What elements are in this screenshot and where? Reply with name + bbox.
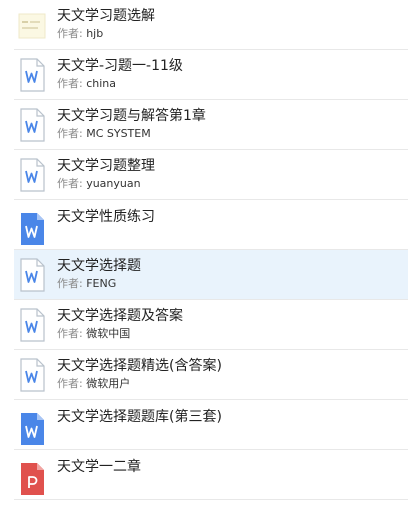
item-title[interactable]: 天文学选择题及答案 xyxy=(57,307,183,325)
item-author: 作者: 微软用户 xyxy=(57,377,131,390)
item-title[interactable]: 天文学性质练习 xyxy=(57,208,155,226)
item-author: 作者: yuanyuan xyxy=(57,177,141,190)
word-doc-outline-icon xyxy=(17,308,47,342)
item-author: 作者: china xyxy=(57,77,116,90)
item-title[interactable]: 天文学习题选解 xyxy=(57,7,155,25)
item-title[interactable]: 天文学-习题一-11级 xyxy=(57,57,183,75)
list-item[interactable]: 天文学选择题精选(含答案) 作者: 微软用户 xyxy=(14,350,408,400)
pdf-doc-icon xyxy=(17,462,47,496)
item-title[interactable]: 天文学一二章 xyxy=(57,458,141,476)
list-item[interactable]: 天文学习题选解 作者: hjb xyxy=(14,0,408,50)
item-title[interactable]: 天文学选择题 xyxy=(57,257,141,275)
list-item[interactable]: 天文学选择题 作者: FENG xyxy=(14,250,408,300)
item-title[interactable]: 天文学选择题题库(第三套) xyxy=(57,408,222,426)
word-doc-outline-icon xyxy=(17,258,47,292)
word-doc-blue-icon xyxy=(17,412,47,446)
item-title[interactable]: 天文学习题与解答第1章 xyxy=(57,107,206,125)
item-author: 作者: FENG xyxy=(57,277,117,290)
list-item[interactable]: 天文学选择题题库(第三套) xyxy=(14,400,408,450)
word-doc-outline-icon xyxy=(17,58,47,92)
item-title[interactable]: 天文学选择题精选(含答案) xyxy=(57,357,222,375)
item-author: 作者: hjb xyxy=(57,27,104,40)
list-item[interactable]: 天文学习题与解答第1章 作者: MC SYSTEM xyxy=(14,100,408,150)
image-thumbnail-icon xyxy=(17,8,47,42)
word-doc-outline-icon xyxy=(17,108,47,142)
list-item[interactable]: 天文学-习题一-11级 作者: china xyxy=(14,50,408,100)
item-title[interactable]: 天文学习题整理 xyxy=(57,157,155,175)
item-author: 作者: 微软中国 xyxy=(57,327,131,340)
word-doc-outline-icon xyxy=(17,158,47,192)
list-item[interactable]: 天文学选择题及答案 作者: 微软中国 xyxy=(14,300,408,350)
list-item[interactable]: 天文学性质练习 xyxy=(14,200,408,250)
document-list: 天文学习题选解 作者: hjb 天文学-习题一-11级 作者: china 天文… xyxy=(14,0,408,508)
list-item[interactable]: 天文学一二章 xyxy=(14,450,408,500)
list-item[interactable]: 天文学习题整理 作者: yuanyuan xyxy=(14,150,408,200)
word-doc-outline-icon xyxy=(17,358,47,392)
word-doc-blue-icon xyxy=(17,212,47,246)
item-author: 作者: MC SYSTEM xyxy=(57,127,151,140)
